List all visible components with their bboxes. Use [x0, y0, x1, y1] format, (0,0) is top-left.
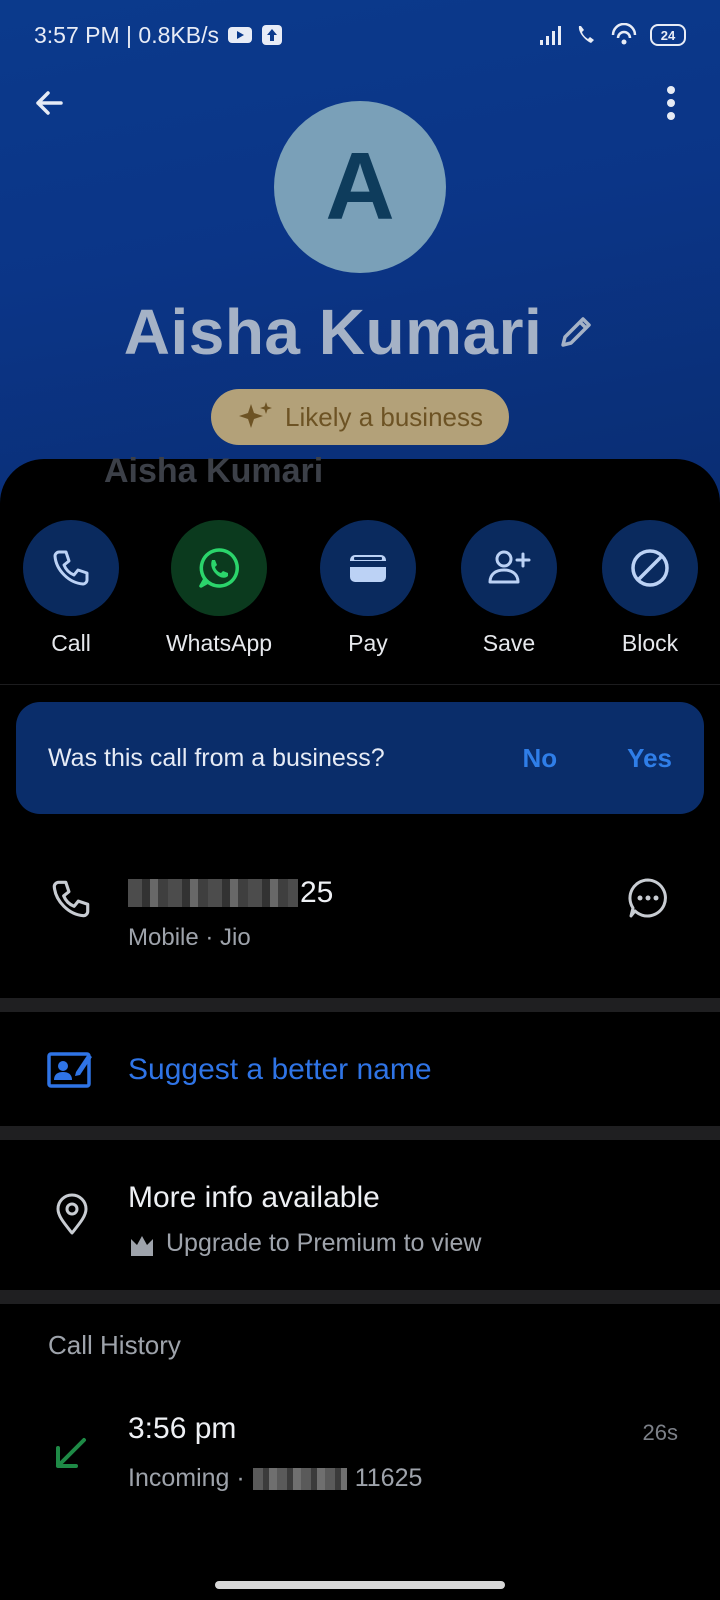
- question-text: Was this call from a business?: [48, 743, 385, 772]
- whatsapp-circle[interactable]: [171, 520, 267, 616]
- block-circle[interactable]: [602, 520, 698, 616]
- business-question-card: Was this call from a business? No Yes: [16, 702, 704, 814]
- upload-icon: [261, 25, 282, 45]
- crown-icon: [131, 1235, 153, 1256]
- more-vertical-icon: [667, 86, 675, 120]
- save-label: Save: [482, 630, 536, 656]
- pay-label: Pay: [348, 630, 388, 656]
- phone-icon: [53, 550, 89, 586]
- more-info-row[interactable]: More info available Upgrade to Premium t…: [0, 1141, 720, 1291]
- whatsapp-label: WhatsApp: [165, 630, 273, 656]
- status-left: 3:57 PM | 0.8KB/s: [34, 22, 283, 49]
- upgrade-text: Upgrade to Premium to view: [166, 1229, 482, 1257]
- message-icon[interactable]: [626, 876, 670, 920]
- wifi-call-icon: [578, 26, 594, 43]
- whatsapp-button[interactable]: WhatsApp: [149, 520, 289, 657]
- block-label: Block: [621, 630, 679, 656]
- business-badge-label: Likely a business: [285, 401, 483, 432]
- battery-icon: 24: [650, 24, 686, 46]
- pay-button[interactable]: Pay: [298, 520, 438, 657]
- add-person-icon: [488, 550, 531, 584]
- redacted-number: [128, 879, 298, 907]
- status-time: 3:57 PM | 0.8KB/s: [34, 21, 219, 48]
- action-bar: Call WhatsApp Pay Save Block: [0, 520, 720, 660]
- edit-icon[interactable]: [556, 312, 596, 352]
- save-button[interactable]: Save: [439, 520, 579, 657]
- edit-contact-icon: [47, 1052, 92, 1088]
- call-type: Incoming ·: [128, 1464, 245, 1492]
- youtube-icon: [227, 27, 252, 43]
- section-separator: [0, 998, 720, 1012]
- incoming-call-icon: [56, 1438, 86, 1468]
- call-button[interactable]: Call: [1, 520, 141, 657]
- pay-circle[interactable]: [320, 520, 416, 616]
- block-icon: [631, 549, 669, 587]
- phone-number-type: Mobile · Jio: [128, 924, 251, 951]
- location-pin-icon: [56, 1193, 88, 1235]
- call-history-item[interactable]: 3:56 pm Incoming · 11625 26s: [0, 1400, 720, 1500]
- contact-name: Aisha Kumari: [123, 296, 543, 368]
- status-right: 24: [538, 23, 686, 47]
- whatsapp-icon: [199, 548, 239, 588]
- back-button[interactable]: [26, 80, 72, 126]
- phone-number-suffix: 25: [300, 876, 334, 909]
- yes-button[interactable]: Yes: [627, 743, 672, 774]
- suggest-name-row[interactable]: Suggest a better name: [0, 1014, 720, 1126]
- more-options-button[interactable]: [648, 80, 694, 126]
- business-badge[interactable]: Likely a business: [211, 389, 509, 445]
- call-label: Call: [51, 630, 91, 656]
- call-details: Incoming · 11625: [128, 1464, 422, 1493]
- arrow-left-icon: [36, 91, 63, 115]
- call-number-suffix: 11625: [354, 1464, 423, 1492]
- contact-name-row: Aisha Kumari: [0, 292, 720, 372]
- sparkle-icon: [239, 402, 272, 428]
- call-circle[interactable]: [23, 520, 119, 616]
- section-separator: [0, 1126, 720, 1140]
- call-history-header: Call History: [48, 1330, 181, 1360]
- wallet-icon: [350, 555, 386, 582]
- status-bar: 3:57 PM | 0.8KB/s 24: [0, 0, 720, 70]
- no-button[interactable]: No: [523, 743, 558, 774]
- call-duration: 26s: [642, 1420, 678, 1445]
- sheet-title: Aisha Kumari: [104, 452, 324, 490]
- block-button[interactable]: Block: [580, 520, 720, 657]
- call-time: 3:56 pm: [128, 1412, 237, 1445]
- redacted-number: [252, 1467, 347, 1490]
- signal-icon: [540, 26, 561, 45]
- phone-number-row[interactable]: 25 Mobile · Jio: [0, 846, 720, 976]
- section-separator: [0, 1290, 720, 1304]
- suggest-name-label: Suggest a better name: [128, 1053, 432, 1086]
- save-circle[interactable]: [461, 520, 557, 616]
- more-info-title: More info available: [128, 1181, 380, 1214]
- phone-icon: [52, 880, 90, 918]
- more-info-subtitle: Upgrade to Premium to view: [128, 1229, 481, 1258]
- hotspot-icon: [611, 23, 637, 45]
- home-indicator[interactable]: [215, 1581, 505, 1589]
- divider: [0, 684, 720, 685]
- avatar: A: [274, 101, 446, 273]
- phone-number: 25: [128, 876, 333, 910]
